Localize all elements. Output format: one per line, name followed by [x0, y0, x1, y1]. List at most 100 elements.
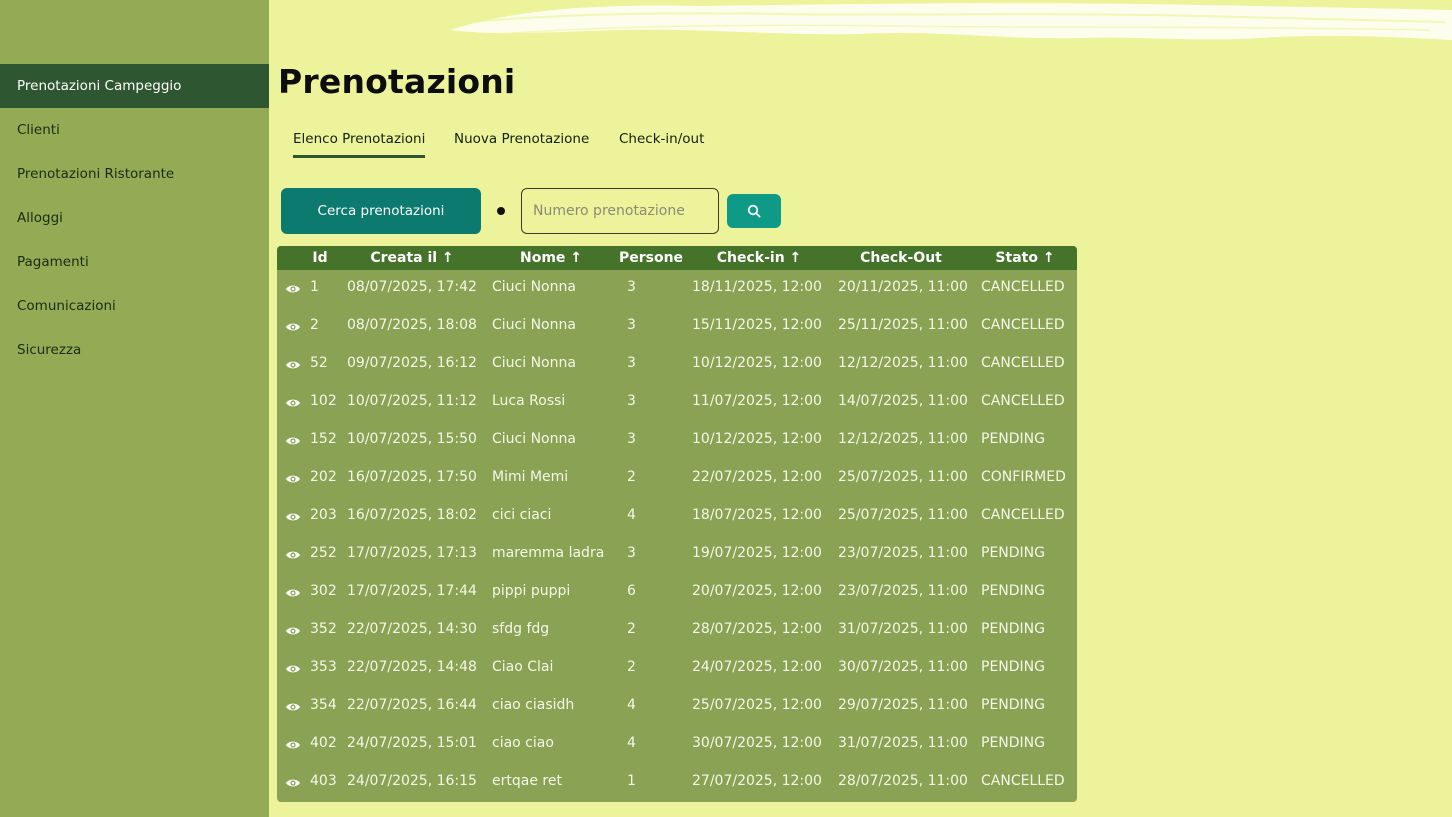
- cell-checkout: 31/07/2025, 11:00: [838, 621, 968, 637]
- cell-checkout: 25/11/2025, 11:00: [838, 317, 968, 333]
- cell-checkout: 29/07/2025, 11:00: [838, 697, 968, 713]
- cell-name: Ciuci Nonna: [492, 355, 576, 371]
- search-bookings-button[interactable]: Cerca prenotazioni: [281, 188, 481, 234]
- sidebar-item-comunicazioni[interactable]: Comunicazioni: [0, 284, 269, 328]
- sidebar-item-alloggi[interactable]: Alloggi: [0, 196, 269, 240]
- sidebar-item-prenotazioni-ristorante[interactable]: Prenotazioni Ristorante: [0, 152, 269, 196]
- cell-status: CANCELLED: [981, 507, 1065, 523]
- cell-created: 16/07/2025, 18:02: [347, 507, 477, 523]
- cell-status: PENDING: [981, 583, 1045, 599]
- sidebar-item-clienti[interactable]: Clienti: [0, 108, 269, 152]
- cell-people: 2: [627, 469, 636, 485]
- view-eye-icon[interactable]: [285, 777, 301, 789]
- cell-id: 52: [310, 355, 328, 371]
- cell-name: cici ciaci: [492, 507, 552, 523]
- cell-checkin: 10/12/2025, 12:00: [692, 355, 822, 371]
- cell-created: 24/07/2025, 15:01: [347, 735, 477, 751]
- header-created[interactable]: Creata il ↑: [349, 246, 475, 270]
- cell-status: CANCELLED: [981, 355, 1065, 371]
- view-eye-icon[interactable]: [285, 587, 301, 599]
- cell-checkin: 30/07/2025, 12:00: [692, 735, 822, 751]
- table-row: 354 22/07/2025, 16:44 ciao ciasidh 4 25/07/2…: [277, 688, 1077, 726]
- bookings-table: Id Creata il ↑ Nome ↑ Persone Check-in ↑…: [277, 246, 1077, 802]
- sidebar-item-pagamenti[interactable]: Pagamenti: [0, 240, 269, 284]
- cell-name: ciao ciao: [492, 735, 554, 751]
- cell-people: 3: [627, 545, 636, 561]
- cell-name: Luca Rossi: [492, 393, 566, 409]
- bullet-dot: [497, 207, 505, 215]
- cell-name: Mimi Memi: [492, 469, 569, 485]
- cell-status: CANCELLED: [981, 393, 1065, 409]
- cell-created: 17/07/2025, 17:44: [347, 583, 477, 599]
- cell-created: 22/07/2025, 16:44: [347, 697, 477, 713]
- tab-check-in-out[interactable]: Check-in/out: [619, 131, 704, 158]
- table-header: Id Creata il ↑ Nome ↑ Persone Check-in ↑…: [277, 246, 1077, 270]
- cell-people: 4: [627, 507, 636, 523]
- cell-created: 09/07/2025, 16:12: [347, 355, 477, 371]
- table-row: 302 17/07/2025, 17:44 pippi puppi 6 20/07/20…: [277, 574, 1077, 612]
- view-eye-icon[interactable]: [285, 321, 301, 333]
- view-eye-icon[interactable]: [285, 701, 301, 713]
- cell-people: 2: [627, 621, 636, 637]
- cell-checkout: 30/07/2025, 11:00: [838, 659, 968, 675]
- table-row: 403 24/07/2025, 16:15 ertqae ret 1 27/07/202…: [277, 764, 1077, 802]
- table-row: 203 16/07/2025, 18:02 cici ciaci 4 18/07/202…: [277, 498, 1077, 536]
- cell-people: 4: [627, 697, 636, 713]
- table-row: 2 08/07/2025, 18:08 Ciuci Nonna 3 15/11/2025…: [277, 308, 1077, 346]
- view-eye-icon[interactable]: [285, 473, 301, 485]
- table-row: 402 24/07/2025, 15:01 ciao ciao 4 30/07/2025…: [277, 726, 1077, 764]
- cell-status: PENDING: [981, 659, 1045, 675]
- cell-checkout: 20/11/2025, 11:00: [838, 279, 968, 295]
- table-row: 202 16/07/2025, 17:50 Mimi Memi 2 22/07/2025…: [277, 460, 1077, 498]
- sidebar-item-prenotazioni-campeggio[interactable]: Prenotazioni Campeggio: [0, 64, 269, 108]
- view-eye-icon[interactable]: [285, 739, 301, 751]
- view-eye-icon[interactable]: [285, 625, 301, 637]
- cell-checkin: 15/11/2025, 12:00: [692, 317, 822, 333]
- cell-id: 2: [310, 317, 319, 333]
- table-row: 352 22/07/2025, 14:30 sfdg fdg 2 28/07/2025,…: [277, 612, 1077, 650]
- view-eye-icon[interactable]: [285, 283, 301, 295]
- cell-people: 3: [627, 431, 636, 447]
- sidebar: Prenotazioni Campeggio Clienti Prenotazi…: [0, 0, 269, 817]
- cell-people: 1: [627, 773, 636, 789]
- cell-created: 10/07/2025, 15:50: [347, 431, 477, 447]
- cell-name: ertqae ret: [492, 773, 562, 789]
- table-row: 152 10/07/2025, 15:50 Ciuci Nonna 3 10/12/20…: [277, 422, 1077, 460]
- cell-people: 3: [627, 317, 636, 333]
- cell-people: 2: [627, 659, 636, 675]
- cell-checkout: 23/07/2025, 11:00: [838, 583, 968, 599]
- view-eye-icon[interactable]: [285, 359, 301, 371]
- view-eye-icon[interactable]: [285, 435, 301, 447]
- cell-people: 3: [627, 355, 636, 371]
- view-eye-icon[interactable]: [285, 511, 301, 523]
- booking-number-input[interactable]: [521, 188, 719, 234]
- sidebar-item-sicurezza[interactable]: Sicurezza: [0, 328, 269, 372]
- view-eye-icon[interactable]: [285, 663, 301, 675]
- cell-id: 202: [310, 469, 337, 485]
- cell-id: 353: [310, 659, 337, 675]
- cell-created: 17/07/2025, 17:13: [347, 545, 477, 561]
- cell-name: sfdg fdg: [492, 621, 550, 637]
- table-row: 102 10/07/2025, 11:12 Luca Rossi 3 11/07/202…: [277, 384, 1077, 422]
- page-title: Prenotazioni: [278, 62, 516, 101]
- table-row: 252 17/07/2025, 17:13 maremma ladra 3 19/07/…: [277, 536, 1077, 574]
- search-button[interactable]: [727, 194, 781, 228]
- cell-checkout: 25/07/2025, 11:00: [838, 507, 968, 523]
- cell-status: PENDING: [981, 431, 1045, 447]
- table-row: 1 08/07/2025, 17:42 Ciuci Nonna 3 18/11/2025…: [277, 270, 1077, 308]
- cell-id: 402: [310, 735, 337, 751]
- header-status[interactable]: Stato ↑: [977, 246, 1073, 270]
- tab-nuova-prenotazione[interactable]: Nuova Prenotazione: [454, 131, 589, 158]
- cell-status: CANCELLED: [981, 279, 1065, 295]
- view-eye-icon[interactable]: [285, 549, 301, 561]
- view-eye-icon[interactable]: [285, 397, 301, 409]
- header-name[interactable]: Nome ↑: [489, 246, 613, 270]
- cell-status: PENDING: [981, 697, 1045, 713]
- cell-checkin: 18/07/2025, 12:00: [692, 507, 822, 523]
- tab-elenco-prenotazioni[interactable]: Elenco Prenotazioni: [293, 131, 426, 158]
- header-id[interactable]: Id: [302, 246, 338, 270]
- header-checkin[interactable]: Check-in ↑: [689, 246, 829, 270]
- cell-id: 252: [310, 545, 337, 561]
- cell-status: CONFIRMED: [981, 469, 1066, 485]
- cell-id: 1: [310, 279, 319, 295]
